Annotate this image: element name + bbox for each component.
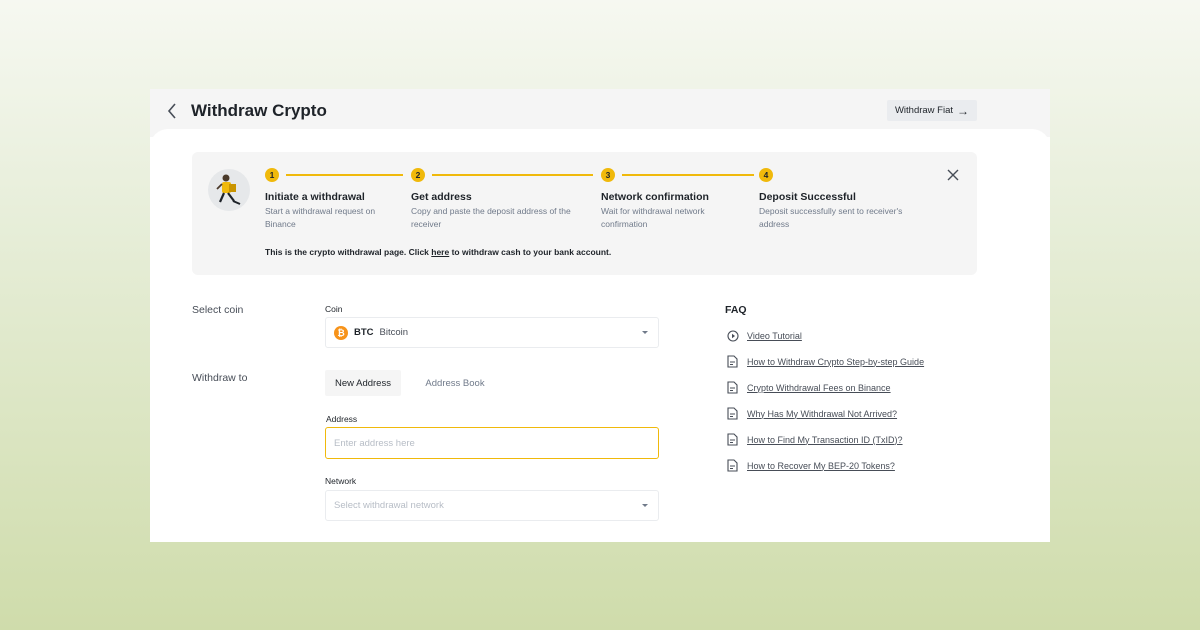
- step-2-number: 2: [411, 168, 425, 182]
- faq-item-label: Crypto Withdrawal Fees on Binance: [747, 382, 891, 393]
- notice-here-link[interactable]: here: [431, 247, 449, 257]
- faq-item-withdrawal-not-arrived[interactable]: Why Has My Withdrawal Not Arrived?: [726, 407, 897, 420]
- step-1-desc-line-2: Binance: [265, 219, 296, 229]
- step-connector-1: [286, 174, 403, 176]
- walking-person-illustration: [208, 169, 250, 211]
- step-2-title: Get address: [411, 191, 472, 203]
- crypto-withdrawal-notice: This is the crypto withdrawal page. Clic…: [265, 247, 611, 257]
- faq-item-label: Why Has My Withdrawal Not Arrived?: [747, 408, 898, 419]
- step-connector-3: [622, 174, 754, 176]
- step-4-desc-line-1: Deposit successfully sent to receiver's: [759, 206, 903, 216]
- faq-item-withdraw-guide[interactable]: How to Withdraw Crypto Step-by-step Guid…: [726, 355, 924, 368]
- coin-field-label: Coin: [325, 304, 343, 314]
- address-field-label: Address: [326, 414, 358, 424]
- document-icon: [726, 459, 739, 472]
- play-circle-icon: [726, 329, 739, 342]
- step-4-title: Deposit Successful: [759, 191, 856, 203]
- tab-address-book[interactable]: Address Book: [412, 370, 498, 396]
- faq-item-video-tutorial[interactable]: Video Tutorial: [726, 329, 802, 342]
- faq-item-label: How to Recover My BEP-20 Tokens?: [747, 460, 895, 471]
- withdraw-fiat-label: Withdraw Fiat: [894, 105, 954, 116]
- step-4-description: Deposit successfully sent to receiver's …: [759, 205, 934, 231]
- coin-select[interactable]: ₿ BTC Bitcoin: [325, 317, 659, 348]
- faq-item-label: How to Find My Transaction ID (TxID)?: [747, 434, 903, 445]
- step-3-desc-line-2: confirmation: [601, 219, 648, 229]
- tab-new-address[interactable]: New Address: [325, 370, 401, 396]
- step-2-desc-line-2: receiver: [411, 219, 442, 229]
- withdraw-to-label: Withdraw to: [192, 372, 248, 384]
- close-icon[interactable]: [946, 168, 960, 182]
- faq-item-label: Video Tutorial: [747, 330, 802, 341]
- document-icon: [726, 381, 739, 394]
- document-icon: [726, 407, 739, 420]
- document-icon: [726, 355, 739, 368]
- arrow-right-icon: →: [957, 103, 970, 118]
- withdraw-window: Withdraw Crypto Withdraw Fiat → 1 Initia…: [150, 89, 1050, 542]
- step-1-description: Start a withdrawal request on Binance: [265, 205, 400, 231]
- bitcoin-icon: ₿: [334, 325, 348, 340]
- notice-text-after: to withdraw cash to your bank account.: [449, 247, 612, 257]
- network-placeholder: Select withdrawal network: [334, 500, 444, 511]
- step-3-desc-line-1: Wait for withdrawal network: [601, 206, 705, 216]
- coin-name: Bitcoin: [379, 327, 409, 338]
- step-2-description: Copy and paste the deposit address of th…: [411, 205, 591, 231]
- back-button[interactable]: [164, 101, 180, 121]
- page-title: Withdraw Crypto: [191, 101, 327, 120]
- caret-down-icon: [642, 504, 648, 507]
- step-1-number: 1: [265, 168, 279, 182]
- step-1-desc-line-1: Start a withdrawal request on: [265, 206, 376, 216]
- network-select[interactable]: Select withdrawal network: [325, 490, 659, 521]
- faq-item-withdrawal-fees[interactable]: Crypto Withdrawal Fees on Binance: [726, 381, 891, 394]
- address-input[interactable]: [325, 427, 659, 459]
- steps-panel: 1 Initiate a withdrawal Start a withdraw…: [192, 152, 977, 275]
- notice-text-before: This is the crypto withdrawal page. Clic…: [265, 247, 432, 257]
- coin-symbol: BTC: [354, 327, 374, 338]
- step-3-number: 3: [601, 168, 615, 182]
- step-2-desc-line-1: Copy and paste the deposit address of th…: [411, 206, 571, 216]
- withdraw-fiat-button[interactable]: Withdraw Fiat →: [887, 100, 977, 121]
- step-4-desc-line-2: address: [759, 219, 790, 229]
- faq-item-recover-bep20[interactable]: How to Recover My BEP-20 Tokens?: [726, 459, 895, 472]
- step-4-number: 4: [759, 168, 773, 182]
- caret-down-icon: [642, 331, 648, 334]
- network-field-label: Network: [325, 476, 357, 486]
- header-curve: [150, 129, 1050, 149]
- step-3-title: Network confirmation: [601, 191, 709, 203]
- faq-item-label: How to Withdraw Crypto Step-by-step Guid…: [747, 356, 925, 367]
- step-1-title: Initiate a withdrawal: [265, 191, 365, 203]
- faq-title: FAQ: [725, 304, 747, 316]
- step-connector-2: [432, 174, 593, 176]
- select-coin-label: Select coin: [192, 304, 244, 316]
- chevron-left-icon: [167, 103, 176, 119]
- faq-item-find-txid[interactable]: How to Find My Transaction ID (TxID)?: [726, 433, 903, 446]
- step-3-description: Wait for withdrawal network confirmation: [601, 205, 746, 231]
- document-icon: [726, 433, 739, 446]
